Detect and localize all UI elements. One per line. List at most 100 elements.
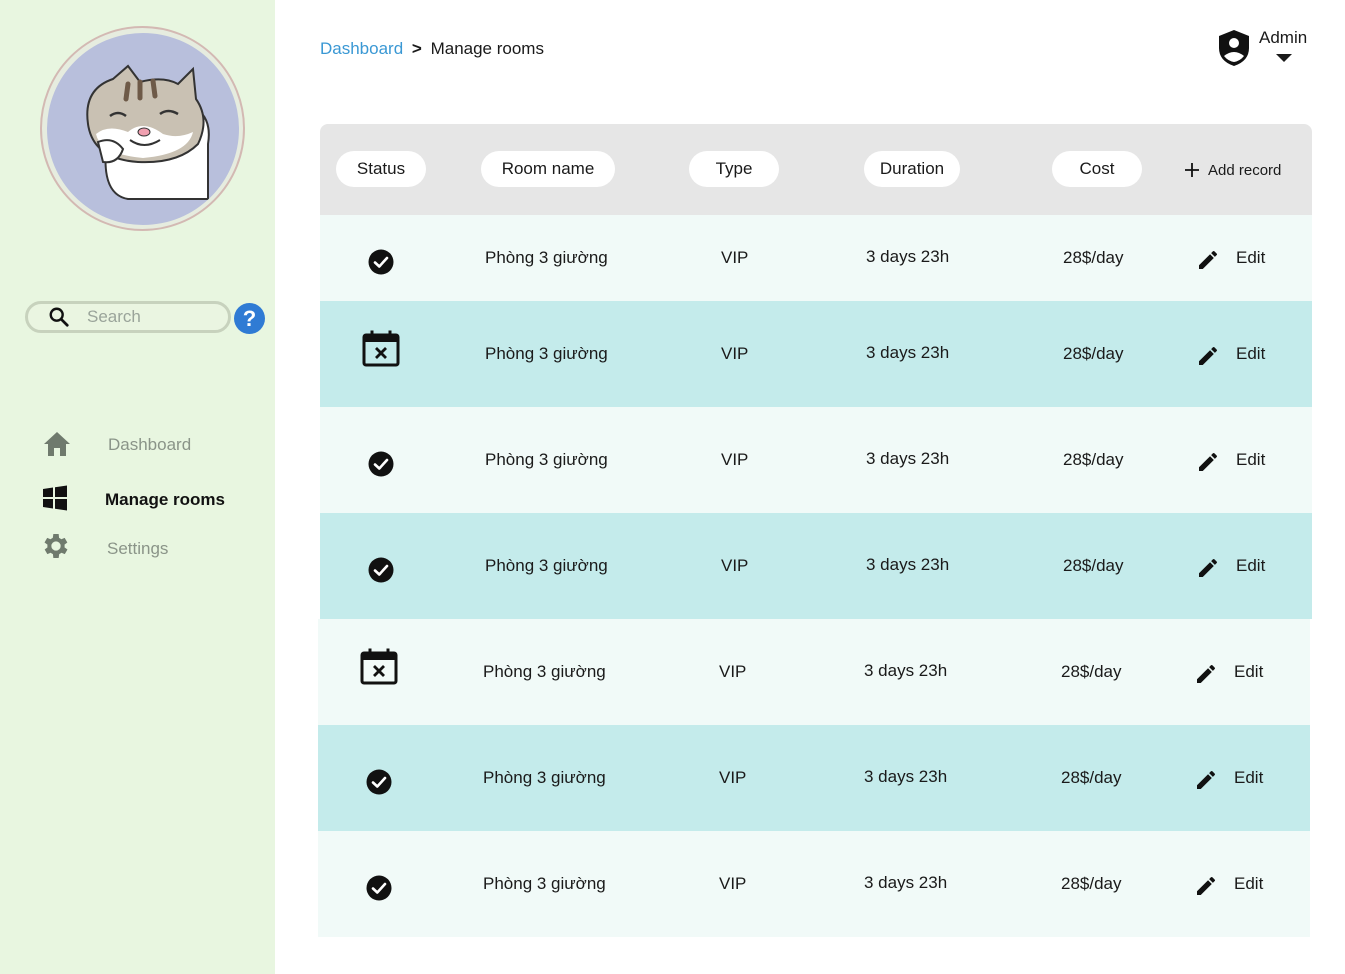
sidebar: ? Dashboard Manage rooms Settings [0, 0, 275, 974]
breadcrumb: Dashboard > Manage rooms [320, 39, 544, 59]
type-cell: VIP [719, 662, 747, 681]
edit-button[interactable]: Edit [1194, 619, 1263, 725]
column-header-room-name[interactable]: Room name [481, 151, 615, 187]
status-cell [361, 215, 401, 301]
gear-icon [40, 530, 72, 562]
sidebar-item-label: Manage rooms [105, 490, 225, 509]
table-row: Phòng 3 giường VIP 3 days 23h 28$/day Edit [320, 301, 1312, 407]
help-icon: ? [242, 305, 257, 331]
pencil-icon [1196, 552, 1220, 580]
room-name-cell: Phòng 3 giường [485, 344, 608, 363]
search-box[interactable] [25, 301, 231, 333]
edit-label: Edit [1236, 248, 1266, 267]
status-cell [361, 301, 401, 407]
plus-icon [1184, 162, 1200, 179]
cost-cell: 28$/day [1061, 768, 1122, 787]
search-input[interactable] [87, 307, 217, 327]
type-cell: VIP [719, 768, 747, 787]
room-name-cell: Phòng 3 giường [483, 874, 606, 893]
status-cell [359, 619, 399, 725]
help-button[interactable]: ? [234, 303, 265, 334]
windows-grid-icon [39, 482, 71, 514]
status-cell [361, 407, 401, 513]
search-icon [48, 305, 72, 329]
type-cell: VIP [721, 248, 749, 267]
duration-cell: 3 days 23h [866, 449, 950, 468]
check-circle-icon [366, 875, 392, 901]
cost-cell: 28$/day [1063, 344, 1124, 363]
edit-label: Edit [1234, 768, 1264, 787]
edit-label: Edit [1234, 662, 1264, 681]
pencil-icon [1194, 870, 1218, 898]
cost-cell: 28$/day [1061, 662, 1122, 681]
table-row: Phòng 3 giường VIP 3 days 23h 28$/day Edit [318, 831, 1310, 937]
edit-button[interactable]: Edit [1194, 725, 1263, 831]
pencil-icon [1194, 764, 1218, 792]
column-header-status[interactable]: Status [336, 151, 426, 187]
check-circle-icon [368, 249, 394, 275]
check-circle-icon [368, 451, 394, 477]
cost-cell: 28$/day [1061, 874, 1122, 893]
cost-cell: 28$/day [1063, 556, 1124, 575]
duration-cell: 3 days 23h [866, 555, 950, 574]
edit-button[interactable]: Edit [1196, 407, 1265, 513]
breadcrumb-current: Manage rooms [430, 39, 544, 58]
column-header-cost[interactable]: Cost [1052, 151, 1142, 187]
duration-cell: 3 days 23h [866, 247, 950, 266]
cat-avatar-image [85, 64, 210, 200]
check-circle-icon [368, 557, 394, 583]
table-row: Phòng 3 giường VIP 3 days 23h 28$/day Edit [318, 725, 1310, 831]
duration-cell: 3 days 23h [864, 767, 948, 786]
table-row: Phòng 3 giường VIP 3 days 23h 28$/day Edit [320, 407, 1312, 513]
room-name-cell: Phòng 3 giường [485, 450, 608, 469]
edit-button[interactable]: Edit [1194, 831, 1263, 937]
chevron-down-icon [1276, 54, 1292, 62]
sidebar-item-label: Dashboard [108, 435, 192, 454]
breadcrumb-dashboard-link[interactable]: Dashboard [320, 39, 403, 58]
edit-label: Edit [1236, 450, 1266, 469]
type-cell: VIP [721, 556, 749, 575]
pencil-icon [1196, 244, 1220, 272]
table-row: Phòng 3 giường VIP 3 days 23h 28$/day Edit [320, 215, 1312, 301]
cost-cell: 28$/day [1063, 450, 1124, 469]
duration-cell: 3 days 23h [866, 343, 950, 362]
type-cell: VIP [721, 450, 749, 469]
user-avatar[interactable] [40, 26, 245, 231]
sidebar-item-label: Settings [107, 539, 169, 558]
edit-label: Edit [1234, 874, 1264, 893]
shield-user-icon [1216, 28, 1252, 68]
pencil-icon [1196, 446, 1220, 474]
edit-label: Edit [1236, 556, 1266, 575]
add-record-button[interactable]: Add record [1184, 162, 1281, 179]
room-name-cell: Phòng 3 giường [483, 768, 606, 787]
edit-button[interactable]: Edit [1196, 301, 1265, 407]
duration-cell: 3 days 23h [864, 661, 948, 680]
pencil-icon [1196, 340, 1220, 368]
table-row: Phòng 3 giường VIP 3 days 23h 28$/day Edit [318, 619, 1310, 725]
status-cell [361, 513, 401, 619]
pencil-icon [1194, 658, 1218, 686]
user-role-label: Admin [1259, 28, 1308, 47]
calendar-x-icon [362, 329, 400, 367]
calendar-x-icon [360, 647, 398, 685]
check-circle-icon [366, 769, 392, 795]
edit-button[interactable]: Edit [1196, 513, 1265, 619]
status-cell [359, 725, 399, 831]
room-name-cell: Phòng 3 giường [485, 556, 608, 575]
room-name-cell: Phòng 3 giường [485, 248, 608, 267]
edit-button[interactable]: Edit [1196, 215, 1265, 301]
status-cell [359, 831, 399, 937]
breadcrumb-separator: > [411, 39, 422, 58]
type-cell: VIP [721, 344, 749, 363]
cost-cell: 28$/day [1063, 248, 1124, 267]
room-name-cell: Phòng 3 giường [483, 662, 606, 681]
add-record-label: Add record [1208, 162, 1282, 179]
column-header-type[interactable]: Type [689, 151, 779, 187]
column-header-duration[interactable]: Duration [864, 151, 960, 187]
duration-cell: 3 days 23h [864, 873, 948, 892]
table-header: Status Room name Type Duration Cost Add … [320, 124, 1312, 215]
type-cell: VIP [719, 874, 747, 893]
user-menu[interactable]: Admin [1212, 26, 1322, 70]
home-icon [41, 428, 73, 460]
table-row: Phòng 3 giường VIP 3 days 23h 28$/day Edit [320, 513, 1312, 619]
